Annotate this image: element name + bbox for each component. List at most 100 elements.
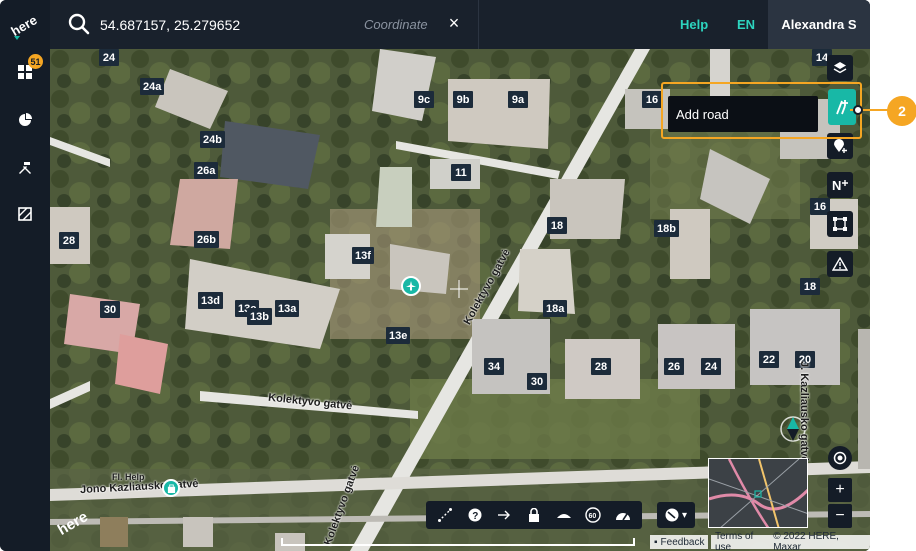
building-label[interactable]: 18b <box>654 220 679 237</box>
terms-link[interactable]: Terms of use © 2022 HERE, Maxar <box>711 531 870 551</box>
search-mode-label[interactable]: Coordinate <box>364 17 428 32</box>
building-label[interactable]: 13a <box>275 300 300 317</box>
building-label[interactable]: 13d <box>198 292 223 309</box>
logo-text: here <box>8 12 39 39</box>
building-label[interactable]: 30 <box>100 301 120 318</box>
polygon-icon <box>833 217 847 231</box>
map-style-selector[interactable]: ▾ <box>657 502 695 528</box>
zoom-in-button[interactable]: + <box>828 478 852 502</box>
app-window: here 51 54.687157, 25.279652 Coordinate … <box>0 0 870 551</box>
svg-text:?: ? <box>472 511 478 522</box>
scale-bar <box>281 538 635 546</box>
access-button[interactable] <box>523 504 545 526</box>
svg-text:N: N <box>832 178 841 192</box>
question-icon: ? <box>468 508 482 522</box>
street-label: J. Kazliausko gatvė <box>798 361 810 463</box>
measure-button[interactable] <box>434 504 456 526</box>
tooltip: Add road <box>668 96 818 132</box>
direction-button[interactable] <box>493 504 515 526</box>
callout-number: 2 <box>887 96 916 126</box>
clear-search-button[interactable]: × <box>444 13 464 35</box>
layers-button[interactable] <box>827 55 853 81</box>
help-button[interactable]: ? <box>464 504 486 526</box>
copyright-label: © 2022 HERE, Maxar <box>773 531 839 551</box>
language-selector[interactable]: EN <box>737 17 755 32</box>
add-name-button[interactable]: N <box>827 172 853 198</box>
bottom-toolbar: ? 60 <box>426 501 642 529</box>
feedback-link[interactable]: ▪ Feedback <box>650 535 709 549</box>
building-label[interactable]: 26b <box>194 231 219 248</box>
add-area-button[interactable] <box>827 211 853 237</box>
building-label[interactable]: 26a <box>194 162 219 179</box>
top-bar: Coordinate × Help EN Alexandra S <box>50 0 870 49</box>
map-style-icon <box>665 508 679 522</box>
building-label[interactable]: 13f <box>352 247 374 264</box>
help-link[interactable]: Help <box>680 17 708 32</box>
building-label[interactable]: 13e <box>386 327 411 344</box>
map-layers-button[interactable] <box>13 204 37 228</box>
building-label[interactable]: 13b <box>247 308 272 325</box>
poi-label[interactable]: Fl. Help <box>112 472 145 482</box>
tools-button[interactable] <box>13 158 37 182</box>
building-label[interactable]: 24b <box>200 131 225 148</box>
bridge-icon <box>556 514 571 518</box>
building-label[interactable]: 28 <box>59 232 79 249</box>
building-label[interactable]: 24 <box>701 358 721 375</box>
building-label[interactable]: 28 <box>591 358 611 375</box>
building-label[interactable]: 22 <box>759 351 779 368</box>
building-label[interactable]: 24a <box>140 78 165 95</box>
search-icon[interactable] <box>68 13 90 35</box>
poi-marker[interactable] <box>401 276 421 296</box>
speedometer-icon <box>616 513 631 521</box>
building-label[interactable]: 18 <box>547 217 567 234</box>
building-label[interactable]: 24 <box>99 49 119 66</box>
arrow-right-icon <box>498 510 511 520</box>
building-label[interactable]: 26 <box>664 358 684 375</box>
here-logo[interactable]: here <box>6 8 44 42</box>
building-label[interactable]: 34 <box>484 358 504 375</box>
building-label[interactable]: 18 <box>800 278 820 295</box>
report-issue-button[interactable] <box>827 251 853 277</box>
user-menu[interactable]: Alexandra S <box>768 0 870 49</box>
search-input[interactable] <box>100 15 350 35</box>
plane-icon <box>406 281 416 291</box>
speed-limit-button[interactable]: 60 <box>582 504 604 526</box>
add-name-icon: N <box>832 178 848 192</box>
divider <box>478 0 479 49</box>
building-label[interactable]: 9a <box>508 91 528 108</box>
zoom-out-button[interactable]: − <box>828 504 852 528</box>
chat-icon: ▪ <box>654 536 658 548</box>
satellite-map[interactable]: 24 24a 9c 9b 9a 16 14 24b 26a 11 28 26b … <box>50 49 870 551</box>
speed-limit-icon: 60 <box>585 507 602 523</box>
tasks-button[interactable]: 51 <box>13 54 43 86</box>
measure-icon <box>437 508 452 522</box>
feedback-label: Feedback <box>660 536 705 548</box>
warning-icon <box>832 257 848 271</box>
add-place-icon <box>834 139 847 153</box>
pie-chart-icon <box>18 112 32 132</box>
building-label[interactable]: 18a <box>543 300 568 317</box>
building-label[interactable]: 11 <box>451 164 471 181</box>
notification-badge: 51 <box>28 54 43 69</box>
target-icon <box>833 451 847 465</box>
map-grid-icon <box>18 206 32 226</box>
elevation-button[interactable] <box>553 504 575 526</box>
building-label[interactable]: 30 <box>527 373 547 390</box>
lock-icon <box>528 508 539 522</box>
minimap[interactable] <box>708 458 808 528</box>
building-label[interactable]: 16 <box>642 91 662 108</box>
building-label[interactable]: 9c <box>414 91 434 108</box>
left-sidebar: here 51 <box>0 0 50 551</box>
hammer-wrench-icon <box>18 161 32 180</box>
speedometer-button[interactable] <box>612 504 634 526</box>
callout-anchor <box>853 105 863 115</box>
poi-marker[interactable] <box>162 479 180 497</box>
my-location-button[interactable] <box>828 446 852 470</box>
svg-text:60: 60 <box>589 513 597 520</box>
minimap-imagery <box>709 459 807 527</box>
building-label[interactable]: 9b <box>453 91 473 108</box>
layers-icon <box>833 62 847 74</box>
statistics-button[interactable] <box>13 110 37 134</box>
terms-label: Terms of use <box>715 531 754 551</box>
bag-icon <box>167 483 175 493</box>
